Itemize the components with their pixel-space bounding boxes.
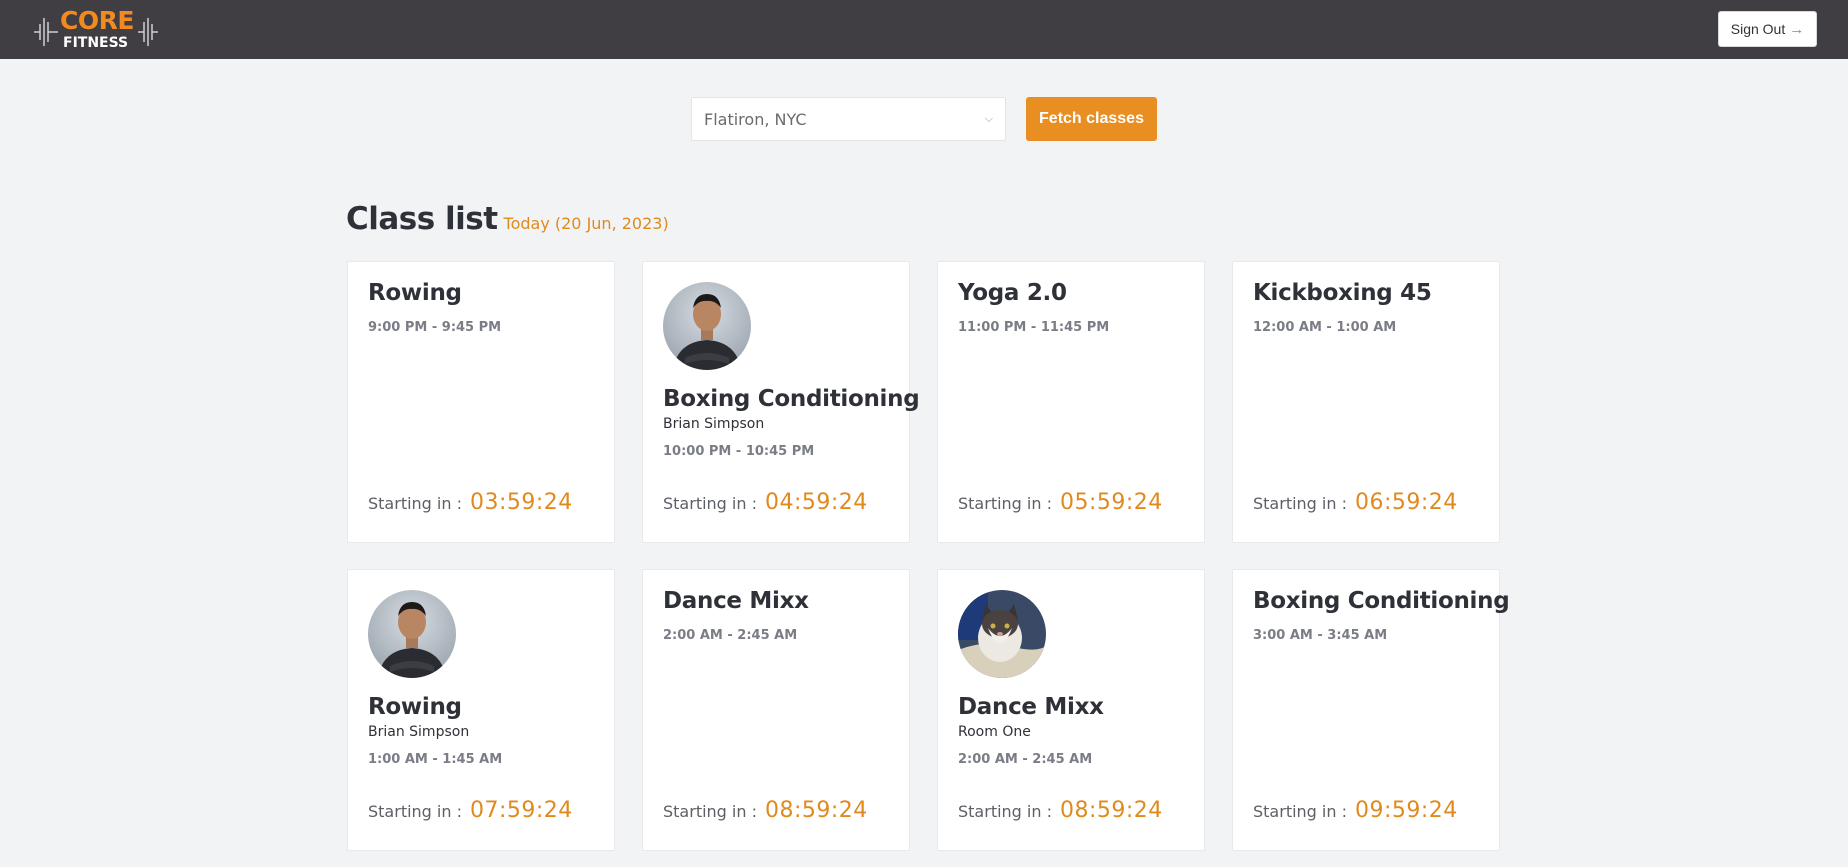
countdown-value: 06:59:24 (1354, 490, 1458, 515)
countdown: Starting in : 08:59:24 (663, 798, 868, 823)
class-time: 12:00 AM - 1:00 AM (1253, 320, 1397, 335)
countdown: Starting in : 05:59:24 (958, 490, 1163, 515)
logo-fitness-text: FITNESS (63, 35, 129, 51)
starting-label: Starting in : (663, 802, 757, 821)
instructor-name: Brian Simpson (663, 416, 765, 432)
countdown: Starting in : 06:59:24 (1253, 490, 1458, 515)
class-card[interactable]: Boxing Conditioning 3:00 AM - 3:45 AM St… (1232, 569, 1510, 851)
starting-label: Starting in : (1253, 802, 1347, 821)
countdown-value: 05:59:24 (1059, 490, 1163, 515)
sign-out-label: Sign Out (1730, 21, 1786, 37)
class-name: Rowing (368, 694, 462, 720)
class-name: Boxing Conditioning (663, 386, 920, 412)
class-time: 9:00 PM - 9:45 PM (368, 320, 502, 335)
starting-label: Starting in : (958, 802, 1052, 821)
class-card[interactable]: Dance Mixx Room One 2:00 AM - 2:45 AM St… (937, 569, 1205, 851)
class-name: Boxing Conditioning (1253, 588, 1510, 614)
starting-label: Starting in : (368, 494, 462, 513)
countdown-value: 08:59:24 (764, 798, 868, 823)
class-list-heading: Class list Today (20 Jun, 2023) (346, 201, 669, 237)
starting-label: Starting in : (663, 494, 757, 513)
room-name: Room One (958, 724, 1031, 740)
room-avatar (958, 590, 1046, 678)
location-select-value: Flatiron, NYC (704, 109, 807, 129)
class-time: 1:00 AM - 1:45 AM (368, 752, 503, 767)
starting-label: Starting in : (958, 494, 1052, 513)
class-name: Kickboxing 45 (1253, 280, 1432, 306)
class-time: 2:00 AM - 2:45 AM (663, 628, 798, 643)
instructor-name: Brian Simpson (368, 724, 470, 740)
location-select[interactable]: Flatiron, NYC ⌵ (691, 97, 1006, 141)
starting-label: Starting in : (368, 802, 462, 821)
fetch-classes-button[interactable]: Fetch classes (1026, 97, 1157, 141)
class-time: 3:00 AM - 3:45 AM (1253, 628, 1388, 643)
core-fitness-logo[interactable]: CORE FITNESS (34, 6, 158, 52)
instructor-avatar (663, 282, 751, 370)
class-name: Yoga 2.0 (958, 280, 1067, 306)
sign-out-button[interactable]: Sign Out → (1718, 11, 1817, 47)
countdown: Starting in : 07:59:24 (368, 798, 573, 823)
class-time: 2:00 AM - 2:45 AM (958, 752, 1093, 767)
heading-date: Today (20 Jun, 2023) (503, 214, 669, 233)
class-card[interactable]: Boxing Conditioning Brian Simpson 10:00 … (642, 261, 920, 543)
arrow-right-icon: → (1789, 20, 1805, 38)
countdown-value: 07:59:24 (469, 798, 573, 823)
countdown-value: 04:59:24 (764, 490, 868, 515)
logo-core-text: CORE (60, 6, 134, 35)
class-card[interactable]: Rowing Brian Simpson 1:00 AM - 1:45 AM S… (347, 569, 615, 851)
class-card[interactable]: Kickboxing 45 12:00 AM - 1:00 AM Startin… (1232, 261, 1500, 543)
instructor-avatar (368, 590, 456, 678)
countdown: Starting in : 09:59:24 (1253, 798, 1458, 823)
chevron-down-icon: ⌵ (984, 112, 993, 125)
countdown-value: 08:59:24 (1059, 798, 1163, 823)
starting-label: Starting in : (1253, 494, 1347, 513)
countdown: Starting in : 08:59:24 (958, 798, 1163, 823)
class-card[interactable]: Dance Mixx 2:00 AM - 2:45 AM Starting in… (642, 569, 910, 851)
class-card[interactable]: Rowing 9:00 PM - 9:45 PM Starting in : 0… (347, 261, 615, 543)
countdown: Starting in : 03:59:24 (368, 490, 573, 515)
class-name: Rowing (368, 280, 462, 306)
class-name: Dance Mixx (663, 588, 809, 614)
class-name: Dance Mixx (958, 694, 1104, 720)
class-time: 11:00 PM - 11:45 PM (958, 320, 1110, 335)
countdown-value: 09:59:24 (1354, 798, 1458, 823)
page-title: Class list (346, 201, 498, 237)
class-time: 10:00 PM - 10:45 PM (663, 444, 815, 459)
class-card[interactable]: Yoga 2.0 11:00 PM - 11:45 PM Starting in… (937, 261, 1205, 543)
countdown-value: 03:59:24 (469, 490, 573, 515)
top-navbar: CORE FITNESS Sign Out → (0, 0, 1848, 59)
countdown: Starting in : 04:59:24 (663, 490, 868, 515)
